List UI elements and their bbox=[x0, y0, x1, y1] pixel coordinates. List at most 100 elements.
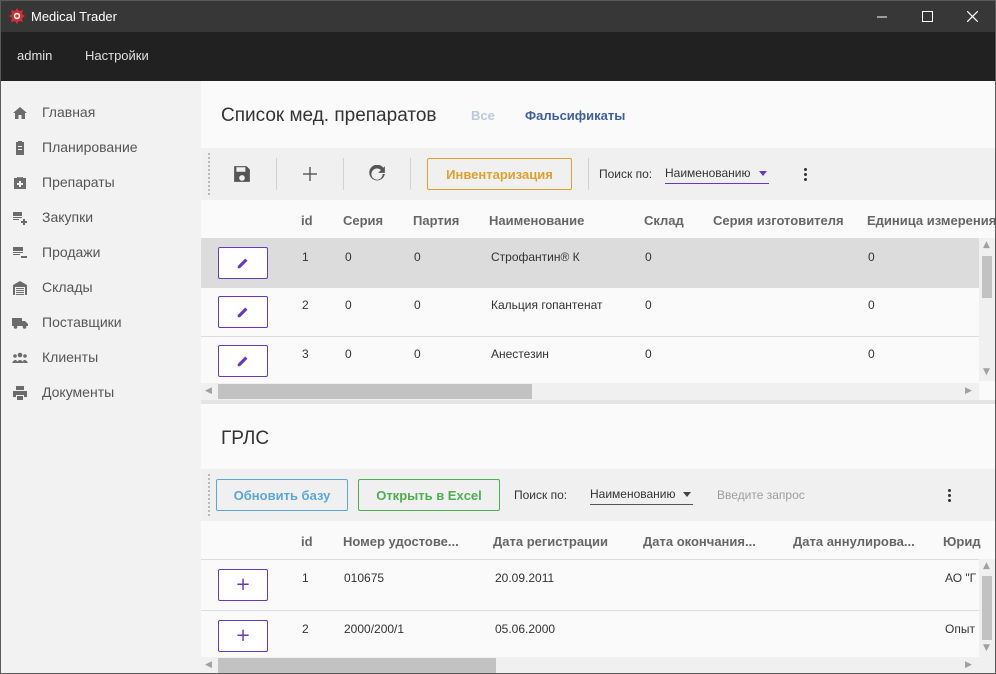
scroll-right-icon[interactable]: ▶ bbox=[965, 386, 972, 396]
cell-series: 0 bbox=[345, 347, 352, 361]
column-header[interactable]: Серия bbox=[343, 213, 383, 228]
table-row[interactable]: 3 0 0 Анестезин 0 0 bbox=[201, 337, 979, 386]
table-row[interactable]: + 2 2000/200/1 05.06.2000 Опыт bbox=[201, 611, 979, 663]
scroll-down-icon[interactable]: ▼ bbox=[983, 643, 990, 653]
cell-name: Анестезин bbox=[491, 347, 549, 361]
table-row[interactable]: 1 0 0 Строфантин® К 0 0 bbox=[201, 238, 979, 288]
vertical-scrollbar[interactable]: ▲ ▼ bbox=[979, 559, 995, 657]
search-by-label: Поиск по: bbox=[599, 167, 653, 181]
sidebar-item-label: Клиенты bbox=[42, 349, 99, 365]
vertical-scrollbar[interactable]: ▲ ▼ bbox=[979, 238, 995, 381]
cell-series: 0 bbox=[345, 250, 352, 264]
sidebar-item-home[interactable]: Главная bbox=[1, 95, 201, 130]
more-vert-icon[interactable] bbox=[802, 167, 808, 183]
save-button[interactable] bbox=[230, 162, 254, 186]
horizontal-scrollbar[interactable]: ◀ ▶ bbox=[201, 657, 995, 673]
grls-toolbar: Обновить базу Открыть в Excel Поиск по: … bbox=[201, 469, 995, 521]
maximize-button[interactable] bbox=[904, 1, 950, 32]
column-header[interactable]: Партия bbox=[413, 213, 459, 228]
sidebar: Главная Планирование Препараты Закупки П… bbox=[1, 81, 201, 673]
sidebar-item-purchases[interactable]: Закупки bbox=[1, 200, 201, 235]
column-header[interactable]: Дата аннулирова... bbox=[793, 534, 915, 549]
scroll-left-icon[interactable]: ◀ bbox=[205, 386, 212, 396]
drugs-toolbar: Инвентаризация Поиск по: Наименованию bbox=[201, 148, 995, 200]
cell-reg-date: 05.06.2000 bbox=[495, 622, 556, 636]
sidebar-item-drugs[interactable]: Препараты bbox=[1, 165, 201, 200]
inventory-button[interactable]: Инвентаризация bbox=[427, 158, 572, 190]
update-database-button[interactable]: Обновить базу bbox=[216, 479, 348, 511]
menu-item-admin[interactable]: admin bbox=[17, 48, 52, 63]
filter-all[interactable]: Все bbox=[471, 108, 495, 123]
column-header[interactable]: Номер удостове... bbox=[343, 534, 459, 549]
close-button[interactable] bbox=[949, 1, 995, 32]
column-header[interactable]: Юрид bbox=[943, 534, 981, 549]
cell-warehouse: 0 bbox=[645, 347, 652, 361]
refresh-icon bbox=[369, 165, 385, 181]
column-header[interactable]: id bbox=[301, 213, 313, 228]
sidebar-item-documents[interactable]: Документы bbox=[1, 375, 201, 410]
sidebar-item-warehouses[interactable]: Склады bbox=[1, 270, 201, 305]
scroll-right-icon[interactable]: ▶ bbox=[965, 660, 972, 670]
menu-item-settings[interactable]: Настройки bbox=[85, 48, 149, 63]
home-icon bbox=[13, 107, 27, 119]
table-row[interactable]: 2 0 0 Кальция гопантенат 0 0 bbox=[201, 288, 979, 337]
edit-button[interactable] bbox=[218, 247, 268, 279]
filter-falsified[interactable]: Фальсификаты bbox=[525, 108, 625, 123]
scroll-thumb[interactable] bbox=[982, 576, 992, 640]
scroll-up-icon[interactable]: ▲ bbox=[983, 240, 990, 250]
edit-button[interactable] bbox=[218, 345, 268, 377]
search-field-value: Наименованию bbox=[590, 487, 676, 501]
cart-add-icon bbox=[13, 212, 27, 225]
drugs-section-title: Список мед. препаратов bbox=[221, 105, 437, 126]
toolbar-grip[interactable] bbox=[208, 153, 210, 195]
open-excel-button[interactable]: Открыть в Excel bbox=[358, 479, 500, 511]
sidebar-item-label: Главная bbox=[42, 104, 96, 120]
search-field-select[interactable]: Наименованию bbox=[590, 485, 693, 505]
main-content: Список мед. препаратов Все Фальсификаты … bbox=[201, 81, 995, 673]
column-header[interactable]: Склад bbox=[644, 213, 684, 228]
add-button[interactable] bbox=[298, 162, 322, 186]
sidebar-item-label: Продажи bbox=[42, 244, 101, 260]
column-header[interactable]: Наименование bbox=[489, 213, 584, 228]
scroll-left-icon[interactable]: ◀ bbox=[205, 660, 212, 670]
grls-section-title: ГРЛС bbox=[221, 428, 270, 449]
cell-cert-number: 010675 bbox=[344, 571, 385, 585]
query-input[interactable]: Введите запрос bbox=[717, 488, 805, 502]
sidebar-item-planning[interactable]: Планирование bbox=[1, 130, 201, 165]
scroll-thumb[interactable] bbox=[218, 658, 496, 673]
title-bar[interactable]: Medical Trader bbox=[1, 1, 995, 32]
search-field-value: Наименованию bbox=[665, 166, 751, 180]
refresh-button[interactable] bbox=[365, 162, 389, 186]
close-icon bbox=[966, 11, 978, 22]
add-to-list-button[interactable]: + bbox=[218, 620, 268, 652]
minimize-button[interactable] bbox=[859, 1, 905, 32]
cell-batch: 0 bbox=[414, 298, 421, 312]
scroll-up-icon[interactable]: ▲ bbox=[983, 561, 990, 571]
column-header[interactable]: Серия изготовителя bbox=[713, 213, 844, 228]
column-header[interactable]: id bbox=[301, 534, 313, 549]
people-icon bbox=[12, 352, 28, 363]
scroll-thumb[interactable] bbox=[218, 384, 532, 399]
toolbar-grip[interactable] bbox=[208, 474, 210, 516]
cell-series: 0 bbox=[345, 298, 352, 312]
sidebar-item-clients[interactable]: Клиенты bbox=[1, 340, 201, 375]
cell-batch: 0 bbox=[414, 347, 421, 361]
add-to-list-button[interactable]: + bbox=[218, 569, 268, 601]
more-vert-icon[interactable] bbox=[946, 488, 952, 504]
horizontal-scrollbar[interactable]: ◀ ▶ bbox=[201, 383, 979, 400]
column-header[interactable]: Дата окончания... bbox=[643, 534, 756, 549]
scroll-thumb[interactable] bbox=[982, 256, 992, 298]
scroll-down-icon[interactable]: ▼ bbox=[983, 367, 990, 377]
sidebar-item-suppliers[interactable]: Поставщики bbox=[1, 305, 201, 340]
section-splitter[interactable] bbox=[201, 400, 995, 404]
sidebar-item-sales[interactable]: Продажи bbox=[1, 235, 201, 270]
cell-unit: 0 bbox=[868, 298, 875, 312]
column-header[interactable]: Единица измерения bbox=[867, 213, 995, 228]
edit-button[interactable] bbox=[218, 296, 268, 328]
app-window: Medical Trader admin Настройки Главная П… bbox=[0, 0, 996, 674]
truck-icon bbox=[12, 318, 28, 329]
menu-bar: admin Настройки bbox=[1, 32, 995, 81]
column-header[interactable]: Дата регистрации bbox=[493, 534, 608, 549]
table-row[interactable]: + 1 010675 20.09.2011 АО "Г bbox=[201, 559, 979, 611]
search-field-select[interactable]: Наименованию bbox=[665, 164, 769, 184]
